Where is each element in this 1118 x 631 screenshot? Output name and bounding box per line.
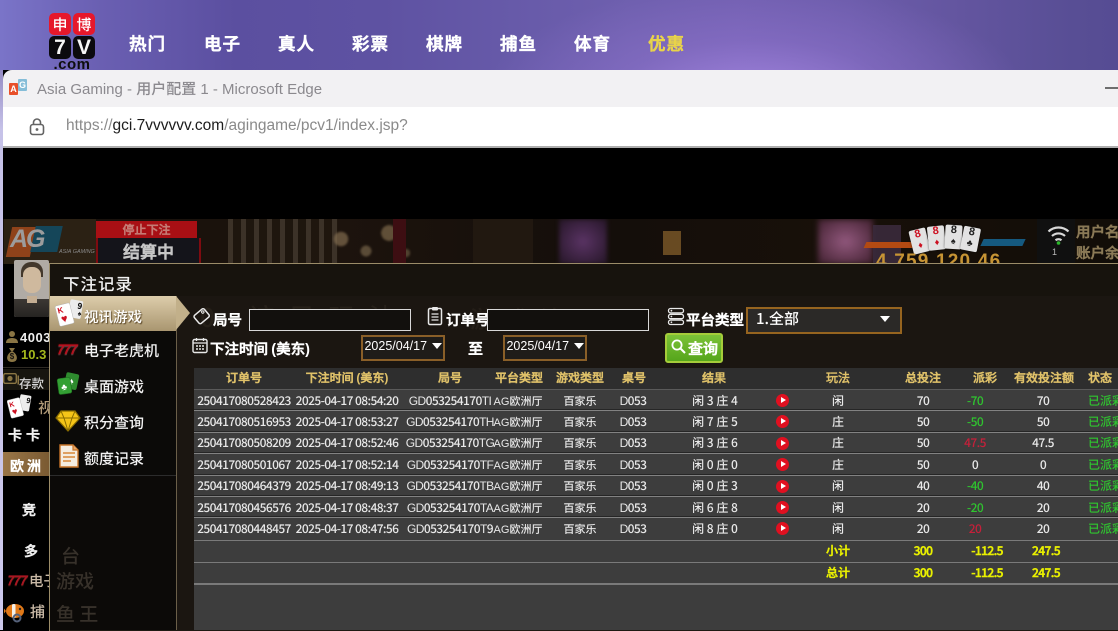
svg-text:9: 9 (26, 396, 32, 407)
svg-text:♠: ♠ (77, 309, 83, 320)
svg-text:$: $ (10, 351, 15, 362)
